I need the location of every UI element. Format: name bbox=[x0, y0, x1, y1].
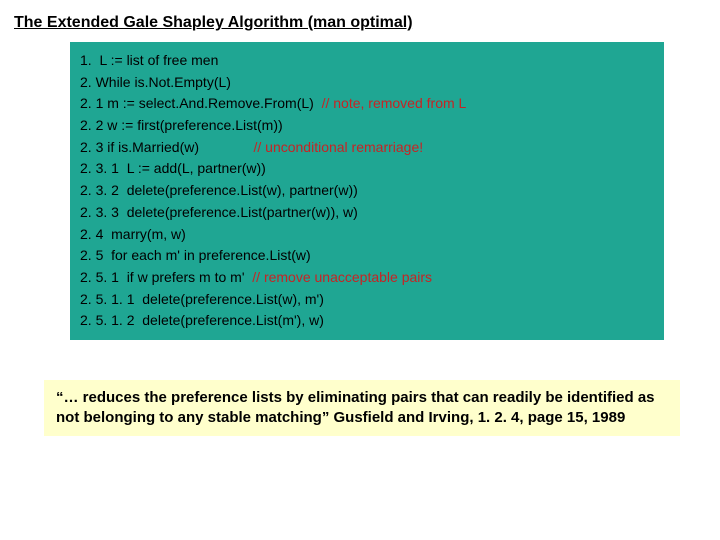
slide: The Extended Gale Shapley Algorithm (man… bbox=[0, 0, 720, 540]
code-line: 1. L := list of free men bbox=[80, 50, 654, 72]
code-line: 2. 3. 1 L := add(L, partner(w)) bbox=[80, 158, 654, 180]
code-line: 2. 2 w := first(preference.List(m)) bbox=[80, 115, 654, 137]
code-comment: // unconditional remarriage! bbox=[253, 139, 423, 155]
code-text: 2. 3 if is.Married(w) bbox=[80, 139, 253, 155]
quote-box: “… reduces the preference lists by elimi… bbox=[44, 380, 680, 437]
code-line: 2. 5. 1. 2 delete(preference.List(m'), w… bbox=[80, 310, 654, 332]
code-line: 2. 1 m := select.And.Remove.From(L) // n… bbox=[80, 93, 654, 115]
code-comment: // remove unacceptable pairs bbox=[252, 269, 432, 285]
slide-title: The Extended Gale Shapley Algorithm (man… bbox=[14, 14, 706, 32]
code-line: 2. While is.Not.Empty(L) bbox=[80, 72, 654, 94]
code-line: 2. 3. 3 delete(preference.List(partner(w… bbox=[80, 202, 654, 224]
code-comment: // note, removed from L bbox=[322, 95, 467, 111]
code-line: 2. 5 for each m' in preference.List(w) bbox=[80, 245, 654, 267]
code-line: 2. 3. 2 delete(preference.List(w), partn… bbox=[80, 180, 654, 202]
code-line: 2. 4 marry(m, w) bbox=[80, 224, 654, 246]
code-line: 2. 5. 1. 1 delete(preference.List(w), m'… bbox=[80, 289, 654, 311]
code-text: 2. 1 m := select.And.Remove.From(L) bbox=[80, 95, 322, 111]
code-text: 2. 5. 1 if w prefers m to m' bbox=[80, 269, 252, 285]
code-line: 2. 3 if is.Married(w) // unconditional r… bbox=[80, 137, 654, 159]
algorithm-box: 1. L := list of free men 2. While is.Not… bbox=[70, 42, 664, 340]
code-line: 2. 5. 1 if w prefers m to m' // remove u… bbox=[80, 267, 654, 289]
